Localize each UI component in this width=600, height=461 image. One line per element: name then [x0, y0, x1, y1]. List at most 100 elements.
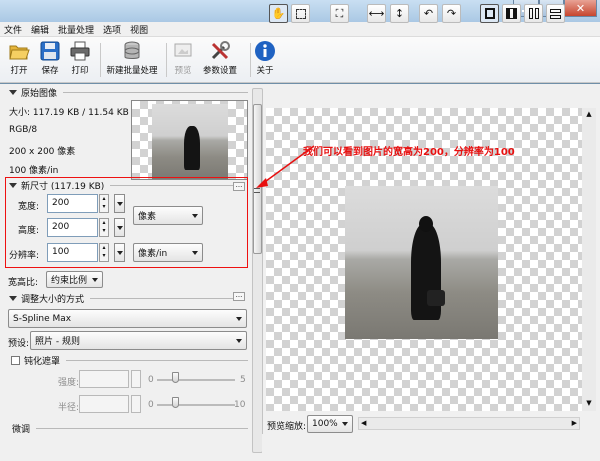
menu-options[interactable]: 选项 — [103, 23, 121, 36]
height-input[interactable]: 200 — [47, 218, 98, 237]
resolution-menu-button[interactable] — [114, 243, 125, 262]
resize-method-header[interactable]: 调整大小的方式 — [0, 292, 235, 305]
aspect-ratio-value: 约束比例 — [51, 276, 88, 286]
close-icon: ✕ — [575, 1, 586, 15]
height-spinner[interactable]: ▴ ▾ — [99, 218, 109, 237]
menu-edit[interactable]: 编辑 — [31, 23, 49, 36]
stacked-view-button[interactable] — [546, 4, 565, 23]
original-color-mode: RGB/8 — [9, 125, 38, 135]
status-area — [262, 434, 600, 461]
side-by-side-icon — [528, 8, 539, 19]
strength-min: 0 — [148, 375, 154, 385]
width-menu-button[interactable] — [114, 194, 125, 213]
sharpen-checkbox[interactable] — [11, 356, 20, 365]
scrollbar-corner — [582, 417, 596, 430]
thumbnail-photo — [152, 104, 228, 179]
rotate-right-icon: ↷ — [446, 7, 457, 20]
chevron-down-icon — [192, 213, 198, 218]
resolution-unit-select[interactable]: 像素/in — [133, 243, 203, 262]
chevron-down-icon — [116, 225, 123, 230]
resize-method-title: 调整大小的方式 — [21, 295, 85, 305]
radius-max: 10 — [234, 400, 246, 410]
strength-max: 5 — [240, 375, 246, 385]
radius-min: 0 — [148, 400, 154, 410]
resize-algorithm-select[interactable]: S-Spline Max — [8, 309, 247, 328]
aspect-ratio-label: 宽高比: — [8, 278, 39, 288]
section-divider — [63, 92, 248, 93]
preset-select[interactable]: 照片 - 规则 — [30, 331, 247, 350]
marquee-icon — [295, 8, 306, 19]
new-size-more-button[interactable]: ... — [233, 182, 245, 191]
split-view-icon — [506, 8, 517, 19]
menu-file[interactable]: 文件 — [4, 23, 22, 36]
size-unit-select[interactable]: 像素 — [133, 206, 203, 225]
aspect-ratio-select[interactable]: 约束比例 — [46, 271, 103, 288]
resize-method-more-button[interactable]: ... — [233, 292, 245, 301]
strength-label: 强度: — [58, 378, 80, 388]
rotate-left-button[interactable]: ↶ — [419, 4, 438, 23]
resolution-spinner[interactable]: ▴ ▾ — [99, 243, 109, 262]
crop-icon: ⛶ — [335, 6, 344, 20]
scroll-right-icon[interactable]: ▶ — [572, 419, 577, 427]
fit-width-button[interactable]: ⟷ — [367, 4, 386, 23]
person-head — [419, 216, 433, 232]
chevron-down-icon — [192, 250, 198, 255]
radius-spinner[interactable] — [131, 395, 141, 413]
menu-view[interactable]: 视图 — [130, 23, 148, 36]
folder-open-icon — [9, 45, 30, 60]
height-label: 高度: — [18, 226, 40, 236]
preview-button[interactable]: 预览 — [172, 40, 194, 76]
chevron-down-icon — [92, 277, 98, 282]
split-view-button[interactable] — [502, 4, 521, 23]
open-button[interactable]: 打开 — [8, 40, 30, 76]
menu-batch[interactable]: 批量处理 — [58, 23, 94, 36]
save-button[interactable]: 保存 — [39, 40, 61, 76]
original-resolution: 100 像素/in — [9, 166, 59, 176]
fit-height-button[interactable]: ↕ — [390, 4, 409, 23]
preview-vertical-scrollbar[interactable]: ▲ ▼ — [582, 108, 596, 411]
original-thumbnail — [131, 100, 248, 180]
new-size-header[interactable]: 新尺寸 (117.19 KB) — [0, 179, 235, 192]
print-button[interactable]: 打印 — [69, 40, 91, 76]
toolbar: 打开 保存 打印 新建批量处理 预览 参数设置 关于 — [0, 37, 600, 83]
toolbar-separator — [250, 43, 251, 77]
chevron-down-icon — [116, 201, 123, 206]
about-button[interactable]: 关于 — [254, 40, 276, 76]
strength-slider-track[interactable] — [157, 379, 235, 381]
about-label: 关于 — [256, 66, 274, 76]
new-batch-label: 新建批量处理 — [106, 66, 158, 76]
collapse-icon — [9, 183, 17, 188]
strength-input[interactable] — [79, 370, 129, 388]
new-size-title: 新尺寸 (117.19 KB) — [21, 182, 105, 192]
printer-icon — [70, 41, 90, 61]
scroll-down-icon[interactable]: ▼ — [584, 399, 594, 409]
strength-spinner[interactable] — [131, 370, 141, 388]
new-batch-button[interactable]: 新建批量处理 — [104, 40, 160, 76]
radius-input[interactable] — [79, 395, 129, 413]
radius-slider-track[interactable] — [157, 404, 235, 406]
chevron-down-icon — [342, 422, 348, 426]
rotate-right-button[interactable]: ↷ — [442, 4, 461, 23]
zoom-select[interactable]: 100% — [307, 415, 353, 433]
hand-tool-button[interactable]: ✋ — [269, 4, 288, 23]
original-image-title: 原始图像 — [21, 89, 58, 99]
chevron-down-icon — [236, 338, 242, 343]
close-button[interactable]: ✕ — [564, 0, 597, 17]
select-tool-button[interactable] — [291, 4, 310, 23]
strength-slider-thumb[interactable] — [172, 372, 179, 383]
scroll-left-icon[interactable]: ◀ — [361, 419, 366, 427]
preview-horizontal-scrollbar[interactable]: ◀ ▶ — [358, 417, 580, 430]
radius-slider-thumb[interactable] — [172, 397, 179, 408]
side-by-side-button[interactable] — [524, 4, 543, 23]
resolution-input[interactable]: 100 — [47, 243, 98, 262]
height-menu-button[interactable] — [114, 218, 125, 237]
scroll-up-icon[interactable]: ▲ — [584, 110, 594, 120]
settings-button[interactable]: 参数设置 — [203, 40, 237, 76]
fine-tune-header[interactable]: 微调 — [12, 422, 248, 435]
crop-button[interactable]: ⛶ — [330, 4, 349, 23]
width-spinner[interactable]: ▴ ▾ — [99, 194, 109, 213]
original-image-header[interactable]: 原始图像 — [0, 86, 248, 99]
single-view-button[interactable] — [480, 4, 499, 23]
width-input[interactable]: 200 — [47, 194, 98, 213]
resolution-label: 分辨率: — [9, 251, 40, 261]
